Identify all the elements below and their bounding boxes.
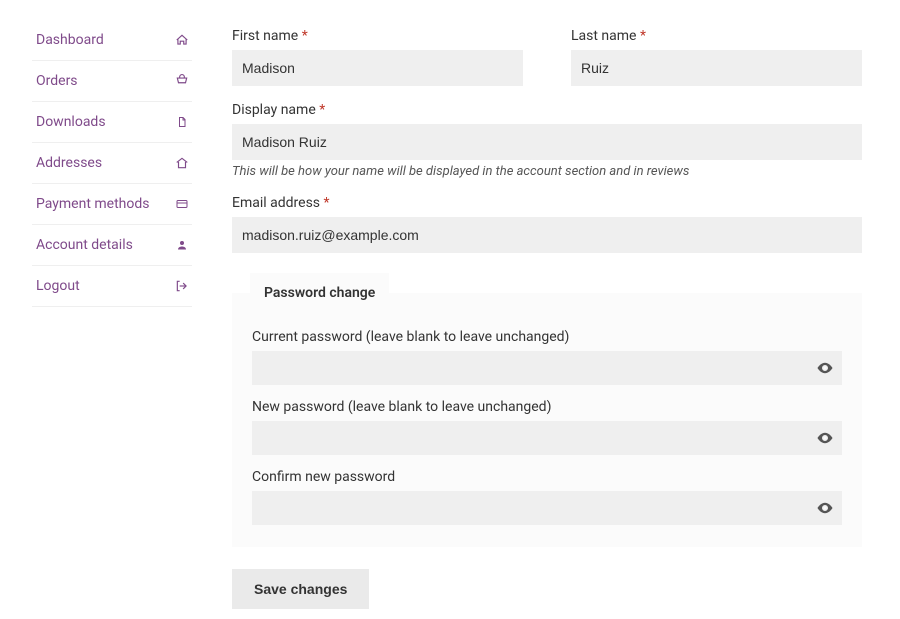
confirm-password-input[interactable] xyxy=(252,491,842,525)
sidebar-item-logout[interactable]: Logout xyxy=(32,266,192,307)
cart-icon xyxy=(174,73,190,89)
dashboard-icon xyxy=(174,32,190,48)
sidebar-item-downloads[interactable]: Downloads xyxy=(32,102,192,143)
sidebar-item-addresses[interactable]: Addresses xyxy=(32,143,192,184)
show-password-icon[interactable] xyxy=(816,359,834,377)
sidebar-item-label: Orders xyxy=(36,73,78,89)
sidebar-item-label: Dashboard xyxy=(36,32,104,48)
email-input[interactable] xyxy=(232,217,862,253)
last-name-input[interactable] xyxy=(571,50,862,86)
sidebar-item-label: Account details xyxy=(36,237,133,253)
save-changes-button[interactable]: Save changes xyxy=(232,569,369,609)
first-name-input[interactable] xyxy=(232,50,523,86)
sidebar-item-label: Logout xyxy=(36,278,80,294)
sidebar-item-label: Addresses xyxy=(36,155,102,171)
new-password-input[interactable] xyxy=(252,421,842,455)
sidebar-item-account-details[interactable]: Account details xyxy=(32,225,192,266)
account-details-form: First name * Last name * Display name * … xyxy=(232,28,862,609)
required-mark: * xyxy=(319,102,325,118)
sidebar-item-label: Payment methods xyxy=(36,196,149,212)
new-password-label: New password (leave blank to leave uncha… xyxy=(252,399,842,415)
file-icon xyxy=(174,114,190,130)
current-password-label: Current password (leave blank to leave u… xyxy=(252,329,842,345)
password-change-section: Password change Current password (leave … xyxy=(232,273,862,547)
home-icon xyxy=(174,155,190,171)
confirm-password-label: Confirm new password xyxy=(252,469,842,485)
first-name-label: First name * xyxy=(232,28,523,44)
sidebar-item-dashboard[interactable]: Dashboard xyxy=(32,28,192,61)
display-name-hint: This will be how your name will be displ… xyxy=(232,164,862,179)
required-mark: * xyxy=(324,195,330,211)
current-password-input[interactable] xyxy=(252,351,842,385)
sidebar-item-payment-methods[interactable]: Payment methods xyxy=(32,184,192,225)
show-password-icon[interactable] xyxy=(816,429,834,447)
required-mark: * xyxy=(640,28,646,44)
sidebar-item-label: Downloads xyxy=(36,114,106,130)
show-password-icon[interactable] xyxy=(816,499,834,517)
display-name-label: Display name * xyxy=(232,102,862,118)
sidebar-item-orders[interactable]: Orders xyxy=(32,61,192,102)
user-icon xyxy=(174,237,190,253)
account-sidebar: Dashboard Orders Downloads Addresses Pay… xyxy=(32,28,192,609)
password-change-legend: Password change xyxy=(250,273,389,313)
card-icon xyxy=(174,196,190,212)
email-label: Email address * xyxy=(232,195,862,211)
required-mark: * xyxy=(302,28,308,44)
logout-icon xyxy=(174,278,190,294)
last-name-label: Last name * xyxy=(571,28,862,44)
display-name-input[interactable] xyxy=(232,124,862,160)
